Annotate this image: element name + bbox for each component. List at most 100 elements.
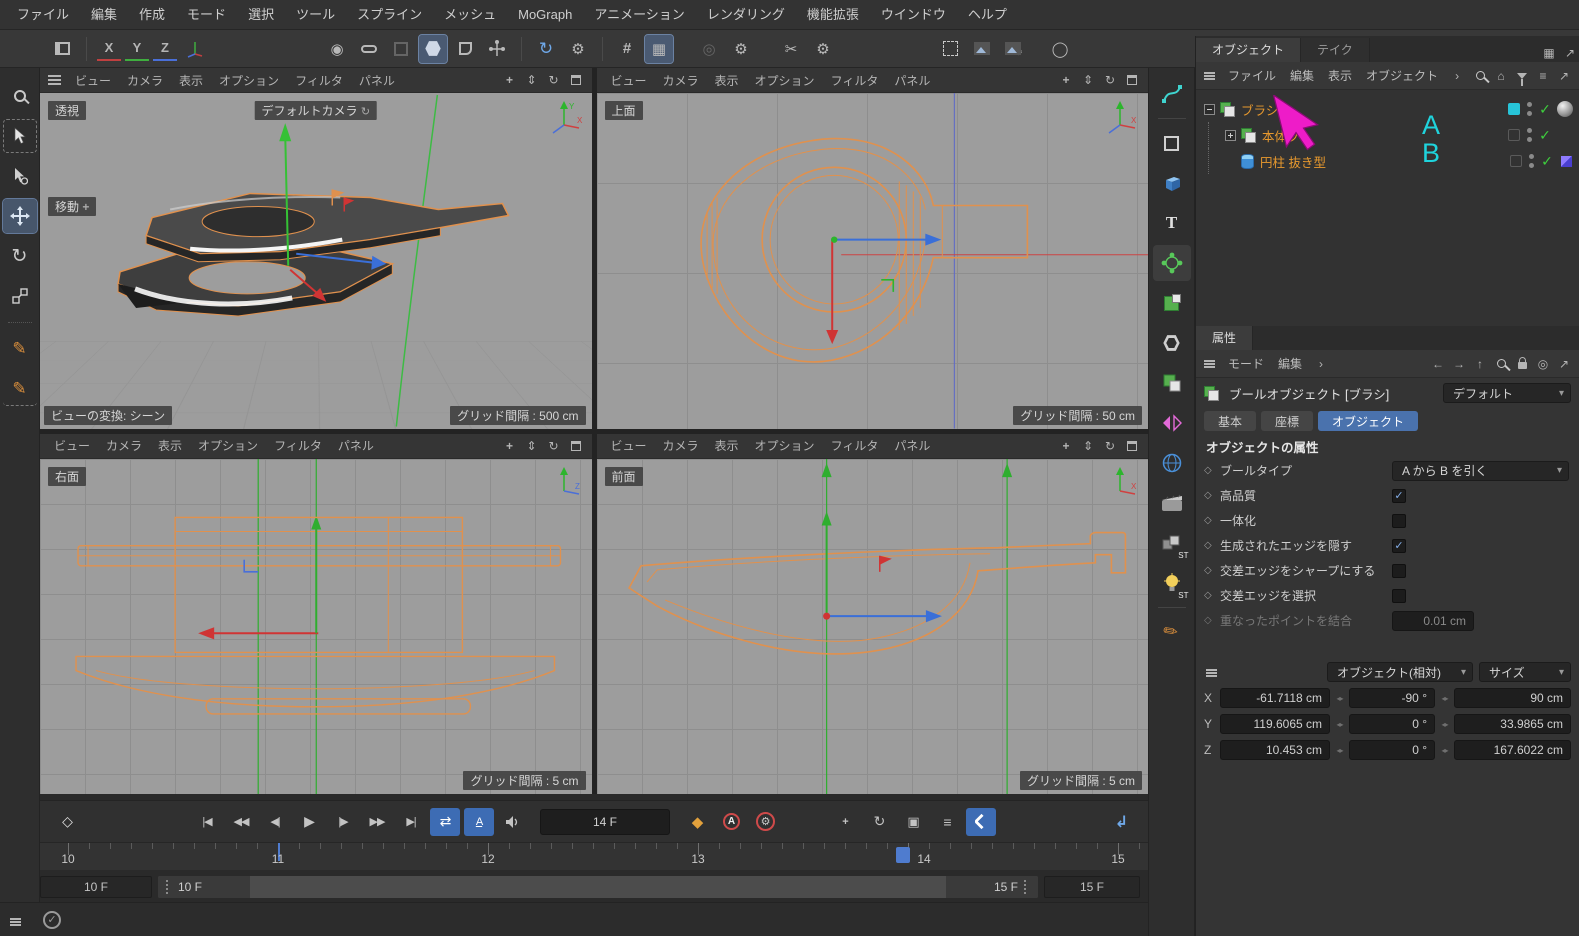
panel-detach-icon[interactable]: ↗ [1561,44,1579,62]
tab-take[interactable]: テイク [1301,38,1370,62]
keyframe-button[interactable]: ◇ [52,808,82,836]
select-tool-button[interactable] [3,119,37,153]
viewport-menu-item[interactable]: カメラ [655,437,707,454]
right-canvas[interactable]: 右面 グリッド間隔 : 5 cm Z [40,459,592,795]
maximize-view-icon[interactable] [566,437,586,455]
object-manager-menu-item[interactable]: 表示 [1321,67,1359,84]
spinner-icon[interactable]: ◂▸ [1438,746,1451,755]
viewport-menu-item[interactable]: カメラ [655,72,707,89]
range-start-handle[interactable]: 10 F [158,876,250,898]
enabled-check-icon[interactable]: ✓ [1537,101,1553,118]
tab-attributes[interactable]: 属性 [1196,326,1253,350]
viewport-menu-item[interactable]: ビュー [67,72,119,89]
layer-color-chip[interactable] [1508,129,1520,141]
history-back-icon[interactable]: ← [1429,355,1447,373]
move-tool-button[interactable] [3,199,37,233]
tab-object[interactable]: オブジェクト [1318,411,1418,431]
record-rotation-toggle[interactable]: ↻ [864,808,894,836]
object-manager-menu-item[interactable]: オブジェクト [1359,67,1445,84]
spline-pen-icon[interactable] [1153,76,1191,112]
viewport-menu-item[interactable]: パネル [886,437,938,454]
workplane-gear-icon[interactable]: ⚙ [727,35,755,63]
preset-dropdown[interactable]: デフォルト ▾ [1443,383,1571,403]
axis-lock-z-button[interactable]: Z [153,37,177,61]
position-z-field[interactable]: 10.453 cm [1220,740,1330,760]
high-quality-checkbox[interactable]: ✓ [1392,489,1406,503]
viewport-menu-item[interactable]: 表示 [707,437,747,454]
expand-icon[interactable] [1225,130,1236,141]
tab-coordinates[interactable]: 座標 [1261,411,1313,431]
maximize-view-icon[interactable] [1122,437,1142,455]
subdivision-generator-icon[interactable] [1153,285,1191,321]
viewport-menu-item[interactable]: オプション [190,437,266,454]
pan-hand-icon[interactable]: + [1056,71,1076,89]
sound-button[interactable] [498,808,528,836]
viewport-menu-item[interactable]: カメラ [119,72,171,89]
pan-hand-icon[interactable]: + [1056,437,1076,455]
interactive-render-icon[interactable]: ◯ [1046,35,1074,63]
viewport-menu-item[interactable]: フィルタ [287,72,351,89]
record-position-toggle[interactable]: + [830,808,860,836]
spinner-icon[interactable]: ◂▸ [1333,746,1346,755]
rotation-y-field[interactable]: 0 ° [1349,714,1435,734]
menubar-item[interactable]: 作成 [128,0,176,30]
status-menu-burger-icon[interactable] [10,918,21,920]
viewport-menu-item[interactable]: オプション [747,72,823,89]
layer-color-chip[interactable] [1508,103,1520,115]
orbit-icon[interactable]: ↻ [1100,437,1120,455]
symmetry-generator-icon[interactable] [1153,405,1191,441]
attribute-menu-item[interactable]: モード [1221,355,1271,372]
menu-burger-icon[interactable] [1204,360,1215,362]
size-mode-dropdown[interactable]: サイズ ▾ [1479,662,1571,682]
menubar-item[interactable]: ウインドウ [870,0,957,30]
spinner-icon[interactable]: ◂▸ [1438,694,1451,703]
visibility-dots[interactable] [1527,153,1535,169]
lock-icon[interactable] [1513,355,1531,373]
snap-grid-icon[interactable]: # [613,35,641,63]
material-thumbnail[interactable] [1557,101,1573,117]
previous-key-button[interactable]: ◀◀ [226,808,256,836]
maximize-view-icon[interactable] [1122,71,1142,89]
attribute-menu-item[interactable]: 編集 [1271,355,1309,372]
snap-grid-active-icon[interactable]: ▦ [645,35,673,63]
orbit-icon[interactable]: ↻ [1100,71,1120,89]
menubar-item[interactable]: 編集 [80,0,128,30]
goto-end-button[interactable]: ▶| [396,808,426,836]
rotate-tool-button[interactable]: ↻ [3,239,37,273]
viewport-menu-item[interactable]: 表示 [171,72,211,89]
hierarchy-axis-icon[interactable] [483,35,511,63]
menu-overflow-chevron[interactable]: › [1448,67,1466,85]
range-end-field[interactable]: 15 F [1044,876,1140,898]
scissors-icon[interactable]: ✂ [777,35,805,63]
extrude-hexagon-icon[interactable] [1153,325,1191,361]
keying-filter-button[interactable] [966,808,996,836]
range-end-handle[interactable]: 15 F [946,876,1038,898]
visibility-dots[interactable] [1525,127,1533,143]
render-region-icon[interactable] [936,35,964,63]
modifier-cube-icon[interactable] [451,35,479,63]
menu-overflow-chevron[interactable]: › [1312,355,1330,373]
sort-icon[interactable]: ≡ [1534,67,1552,85]
next-key-button[interactable]: ▶▶ [362,808,392,836]
dolly-icon[interactable]: ⇕ [1078,437,1098,455]
menu-burger-icon[interactable] [1206,669,1217,671]
dolly-icon[interactable]: ⇕ [522,71,542,89]
render-settings-icon[interactable]: ⚙ [1000,35,1028,63]
front-canvas[interactable]: 前面 グリッド間隔 : 5 cm X [597,459,1149,795]
scale-tool-button[interactable] [3,279,37,313]
single-object-checkbox[interactable] [1392,514,1406,528]
pan-hand-icon[interactable]: + [500,437,520,455]
array-generator-icon[interactable] [1153,245,1191,281]
menu-burger-icon[interactable] [1204,72,1215,74]
rotation-z-field[interactable]: 0 ° [1349,740,1435,760]
current-frame-marker[interactable] [896,847,910,863]
enabled-check-icon[interactable]: ✓ [1539,153,1555,170]
axis-lock-y-button[interactable]: Y [125,37,149,61]
viewport-menu-item[interactable]: カメラ [98,437,150,454]
viewport-menu-item[interactable]: オプション [747,437,823,454]
viewport-menu-item[interactable]: 表示 [707,72,747,89]
loop-mode-button[interactable]: ⇄ [430,808,460,836]
timeline-ruler[interactable]: 10 11 12 13 14 15 [40,842,1148,870]
current-frame-field[interactable]: 14 F [540,809,670,835]
range-start-field[interactable]: 10 F [40,876,152,898]
